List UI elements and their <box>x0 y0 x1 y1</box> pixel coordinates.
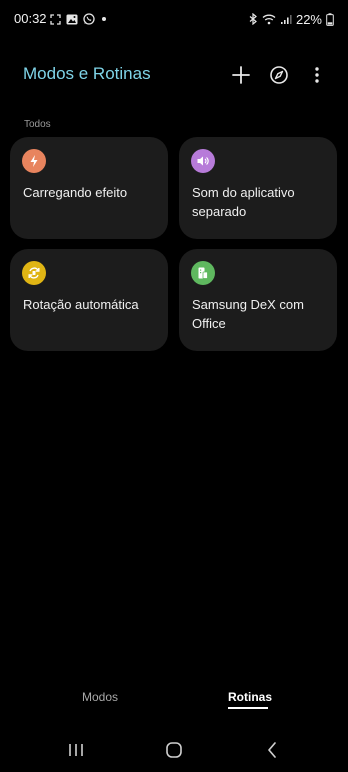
dex-office-icon <box>191 261 215 285</box>
routine-card-samsung-dex[interactable]: Samsung DeX com Office <box>179 249 337 351</box>
bluetooth-icon <box>249 13 258 25</box>
lightning-icon <box>22 149 46 173</box>
routine-card-rotacao-automatica[interactable]: Rotação automática <box>10 249 168 351</box>
section-label-todos: Todos <box>24 119 51 130</box>
more-options-icon[interactable] <box>306 64 328 86</box>
gallery-icon <box>66 14 78 25</box>
routine-label: Samsung DeX com Office <box>192 297 304 331</box>
wifi-icon <box>262 13 276 25</box>
volume-icon <box>191 149 215 173</box>
tab-rotinas[interactable]: Rotinas <box>228 690 272 704</box>
add-icon[interactable] <box>230 64 252 86</box>
focus-frame-icon <box>50 13 61 25</box>
routine-label: Som do aplicativo separado <box>192 185 295 219</box>
status-time: 00:32 <box>14 11 47 26</box>
system-navigation-bar <box>0 728 348 772</box>
dot-icon <box>100 15 108 23</box>
auto-rotate-icon <box>22 261 46 285</box>
status-bar: 00:32 22% <box>0 0 348 38</box>
battery-icon <box>326 12 334 26</box>
routine-card-som-do-aplicativo[interactable]: Som do aplicativo separado <box>179 137 337 239</box>
tab-modos[interactable]: Modos <box>82 690 118 704</box>
page-title: Modos e Rotinas <box>23 64 151 83</box>
header-actions <box>230 63 328 87</box>
routine-card-carregando-efeito[interactable]: Carregando efeito <box>10 137 168 239</box>
routine-label: Carregando efeito <box>23 185 128 200</box>
back-icon[interactable] <box>260 738 284 762</box>
status-notification-icons <box>50 11 108 27</box>
tab-selected-indicator <box>228 707 268 709</box>
bottom-tab-bar: Modos Rotinas <box>0 680 348 720</box>
home-icon[interactable] <box>162 738 186 762</box>
battery-percentage: 22% <box>295 11 322 27</box>
routine-label: Rotação automática <box>23 297 139 312</box>
signal-icon <box>280 13 292 25</box>
discover-compass-icon[interactable] <box>268 64 290 86</box>
recent-apps-icon[interactable] <box>64 738 88 762</box>
status-system-icons: 22% <box>249 11 334 27</box>
whatsapp-icon <box>83 13 95 25</box>
